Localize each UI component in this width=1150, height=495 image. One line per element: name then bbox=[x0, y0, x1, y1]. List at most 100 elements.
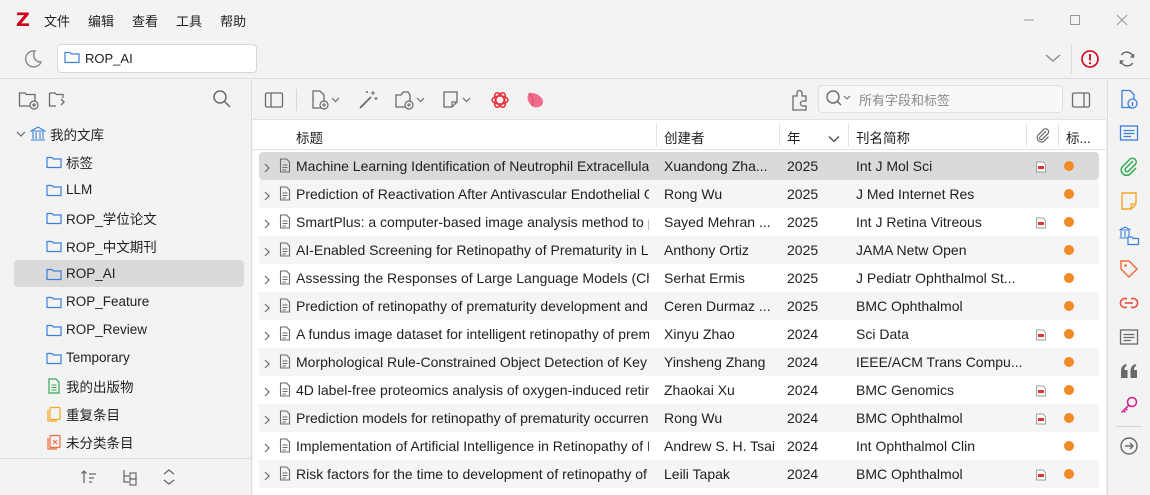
notes-icon[interactable] bbox=[1118, 190, 1140, 212]
collection-field[interactable]: ROP_AI bbox=[57, 44, 257, 73]
maximize-button[interactable] bbox=[1065, 10, 1085, 30]
cell-title: A fundus image dataset for intelligent r… bbox=[296, 326, 649, 342]
chevron-down-icon[interactable] bbox=[1044, 51, 1062, 67]
alert-icon[interactable] bbox=[1080, 49, 1100, 72]
menu-tools[interactable]: 工具 bbox=[176, 11, 202, 30]
column-title[interactable]: 标题 bbox=[296, 127, 323, 147]
tags-icon[interactable] bbox=[1118, 258, 1140, 280]
document-icon bbox=[279, 354, 291, 372]
table-row[interactable]: Prediction of Reactivation After Antivas… bbox=[259, 180, 1099, 208]
related-icon[interactable] bbox=[1118, 292, 1140, 314]
chevron-right-icon[interactable] bbox=[263, 188, 271, 204]
info-icon[interactable] bbox=[1118, 88, 1140, 110]
tree-item-llm[interactable]: LLM bbox=[14, 176, 244, 203]
search-collections-icon[interactable] bbox=[212, 89, 232, 112]
pdf-icon[interactable] bbox=[1035, 384, 1047, 400]
tree-item-rop-thesis[interactable]: ROP_学位论文 bbox=[14, 204, 244, 231]
tree-item-tags[interactable]: 标签 bbox=[14, 148, 244, 175]
minimize-button[interactable] bbox=[1019, 10, 1039, 30]
libraries-collections-icon[interactable] bbox=[1118, 224, 1140, 246]
menu-file[interactable]: 文件 bbox=[44, 11, 70, 30]
table-row[interactable]: Implementation of Artificial Intelligenc… bbox=[259, 432, 1099, 460]
column-year[interactable]: 年 bbox=[787, 127, 801, 147]
pdf-icon[interactable] bbox=[1035, 216, 1047, 232]
column-divider[interactable] bbox=[848, 124, 849, 146]
add-attachment-icon[interactable] bbox=[393, 89, 429, 114]
column-tags[interactable]: 标... bbox=[1066, 127, 1091, 147]
chevron-right-icon[interactable] bbox=[263, 356, 271, 372]
attachments-icon[interactable] bbox=[1118, 156, 1140, 178]
column-divider[interactable] bbox=[1058, 124, 1059, 146]
chevron-right-icon[interactable] bbox=[263, 384, 271, 400]
table-row[interactable]: A fundus image dataset for intelligent r… bbox=[259, 320, 1099, 348]
table-row[interactable]: AI-Enabled Screening for Retinopathy of … bbox=[259, 236, 1099, 264]
abstract-icon[interactable] bbox=[1118, 122, 1140, 144]
magic-wand-icon[interactable] bbox=[357, 89, 379, 114]
tree-item-my-publications[interactable]: 我的出版物 bbox=[14, 372, 244, 399]
close-button[interactable] bbox=[1112, 10, 1132, 30]
moon-icon[interactable] bbox=[22, 48, 44, 73]
table-row[interactable]: Risk factors for the time to development… bbox=[259, 460, 1099, 488]
pdf-icon[interactable] bbox=[1035, 468, 1047, 484]
menu-help[interactable]: 帮助 bbox=[220, 11, 246, 30]
chevron-right-icon[interactable] bbox=[263, 328, 271, 344]
tree-item-rop-review[interactable]: ROP_Review bbox=[14, 316, 244, 343]
pdf-icon[interactable] bbox=[1035, 160, 1047, 176]
table-row[interactable]: Assessing the Responses of Large Languag… bbox=[259, 264, 1099, 292]
tree-item-my-library[interactable]: 我的文库 bbox=[14, 120, 244, 147]
openai-icon[interactable] bbox=[489, 89, 511, 114]
column-creator[interactable]: 创建者 bbox=[664, 127, 705, 147]
menu-view[interactable]: 查看 bbox=[132, 11, 158, 30]
column-journal[interactable]: 刊名简称 bbox=[856, 127, 910, 147]
chevron-right-icon[interactable] bbox=[263, 244, 271, 260]
table-row[interactable]: SmartPlus: a computer-based image analys… bbox=[259, 208, 1099, 236]
toggle-item-pane-icon[interactable] bbox=[1071, 91, 1091, 112]
cell-year: 2024 bbox=[787, 354, 819, 370]
chevron-right-icon[interactable] bbox=[263, 440, 271, 456]
chevron-right-icon[interactable] bbox=[263, 272, 271, 288]
tree-item-duplicates[interactable]: 重复条目 bbox=[14, 400, 244, 427]
column-divider[interactable] bbox=[656, 124, 657, 146]
chevron-right-icon[interactable] bbox=[263, 300, 271, 316]
sort-ascending-icon[interactable] bbox=[80, 468, 98, 489]
toggle-collections-pane-icon[interactable] bbox=[264, 91, 284, 112]
sync-icon[interactable] bbox=[1117, 49, 1137, 72]
tree-item-rop-ai[interactable]: ROP_AI bbox=[14, 260, 244, 287]
tree-item-rop-feature[interactable]: ROP_Feature bbox=[14, 288, 244, 315]
column-divider[interactable] bbox=[1026, 124, 1027, 146]
table-row[interactable]: Morphological Rule-Constrained Object De… bbox=[259, 348, 1099, 376]
citation-plugin-icon[interactable] bbox=[789, 88, 811, 115]
chevron-right-icon[interactable] bbox=[263, 160, 271, 176]
tree-item-rop-cn-journal[interactable]: ROP_中文期刊 bbox=[14, 232, 244, 259]
new-item-icon[interactable] bbox=[310, 89, 344, 114]
chevron-down-icon[interactable] bbox=[16, 126, 30, 141]
new-collection-icon[interactable] bbox=[18, 90, 40, 113]
cell-year: 2024 bbox=[787, 326, 819, 342]
menu-edit[interactable]: 编辑 bbox=[88, 11, 114, 30]
sort-chevron-icon[interactable] bbox=[828, 131, 840, 146]
column-divider[interactable] bbox=[779, 124, 780, 146]
citation-quote-icon[interactable] bbox=[1118, 360, 1140, 382]
table-row[interactable]: Prediction of retinopathy of prematurity… bbox=[259, 292, 1099, 320]
gpt-plugin-icon[interactable] bbox=[524, 89, 546, 114]
tree-item-temporary[interactable]: Temporary bbox=[14, 344, 244, 371]
new-feed-icon[interactable] bbox=[48, 90, 68, 113]
tree-item-unfiled[interactable]: 未分类条目 bbox=[14, 428, 244, 455]
tree-structure-icon[interactable] bbox=[120, 468, 138, 489]
attachment-column-icon[interactable] bbox=[1035, 127, 1051, 146]
cell-title: SmartPlus: a computer-based image analys… bbox=[296, 214, 649, 230]
table-row[interactable]: 4D label-free proteomics analysis of oxy… bbox=[259, 376, 1099, 404]
chevron-right-icon[interactable] bbox=[263, 216, 271, 232]
locate-icon[interactable] bbox=[1118, 435, 1140, 457]
pdf-icon[interactable] bbox=[1035, 412, 1047, 428]
context-pane-icon[interactable] bbox=[1118, 326, 1140, 348]
chevron-right-icon[interactable] bbox=[263, 468, 271, 484]
chevron-right-icon[interactable] bbox=[263, 412, 271, 428]
expand-collapse-icon[interactable] bbox=[162, 468, 176, 489]
table-row[interactable]: Machine Learning Identification of Neutr… bbox=[259, 152, 1099, 180]
pdf-icon[interactable] bbox=[1035, 328, 1047, 344]
search-field[interactable]: 所有字段和标签 bbox=[818, 85, 1063, 113]
new-note-icon[interactable] bbox=[441, 89, 475, 114]
key-icon[interactable] bbox=[1118, 394, 1140, 416]
table-row[interactable]: Prediction models for retinopathy of pre… bbox=[259, 404, 1099, 432]
